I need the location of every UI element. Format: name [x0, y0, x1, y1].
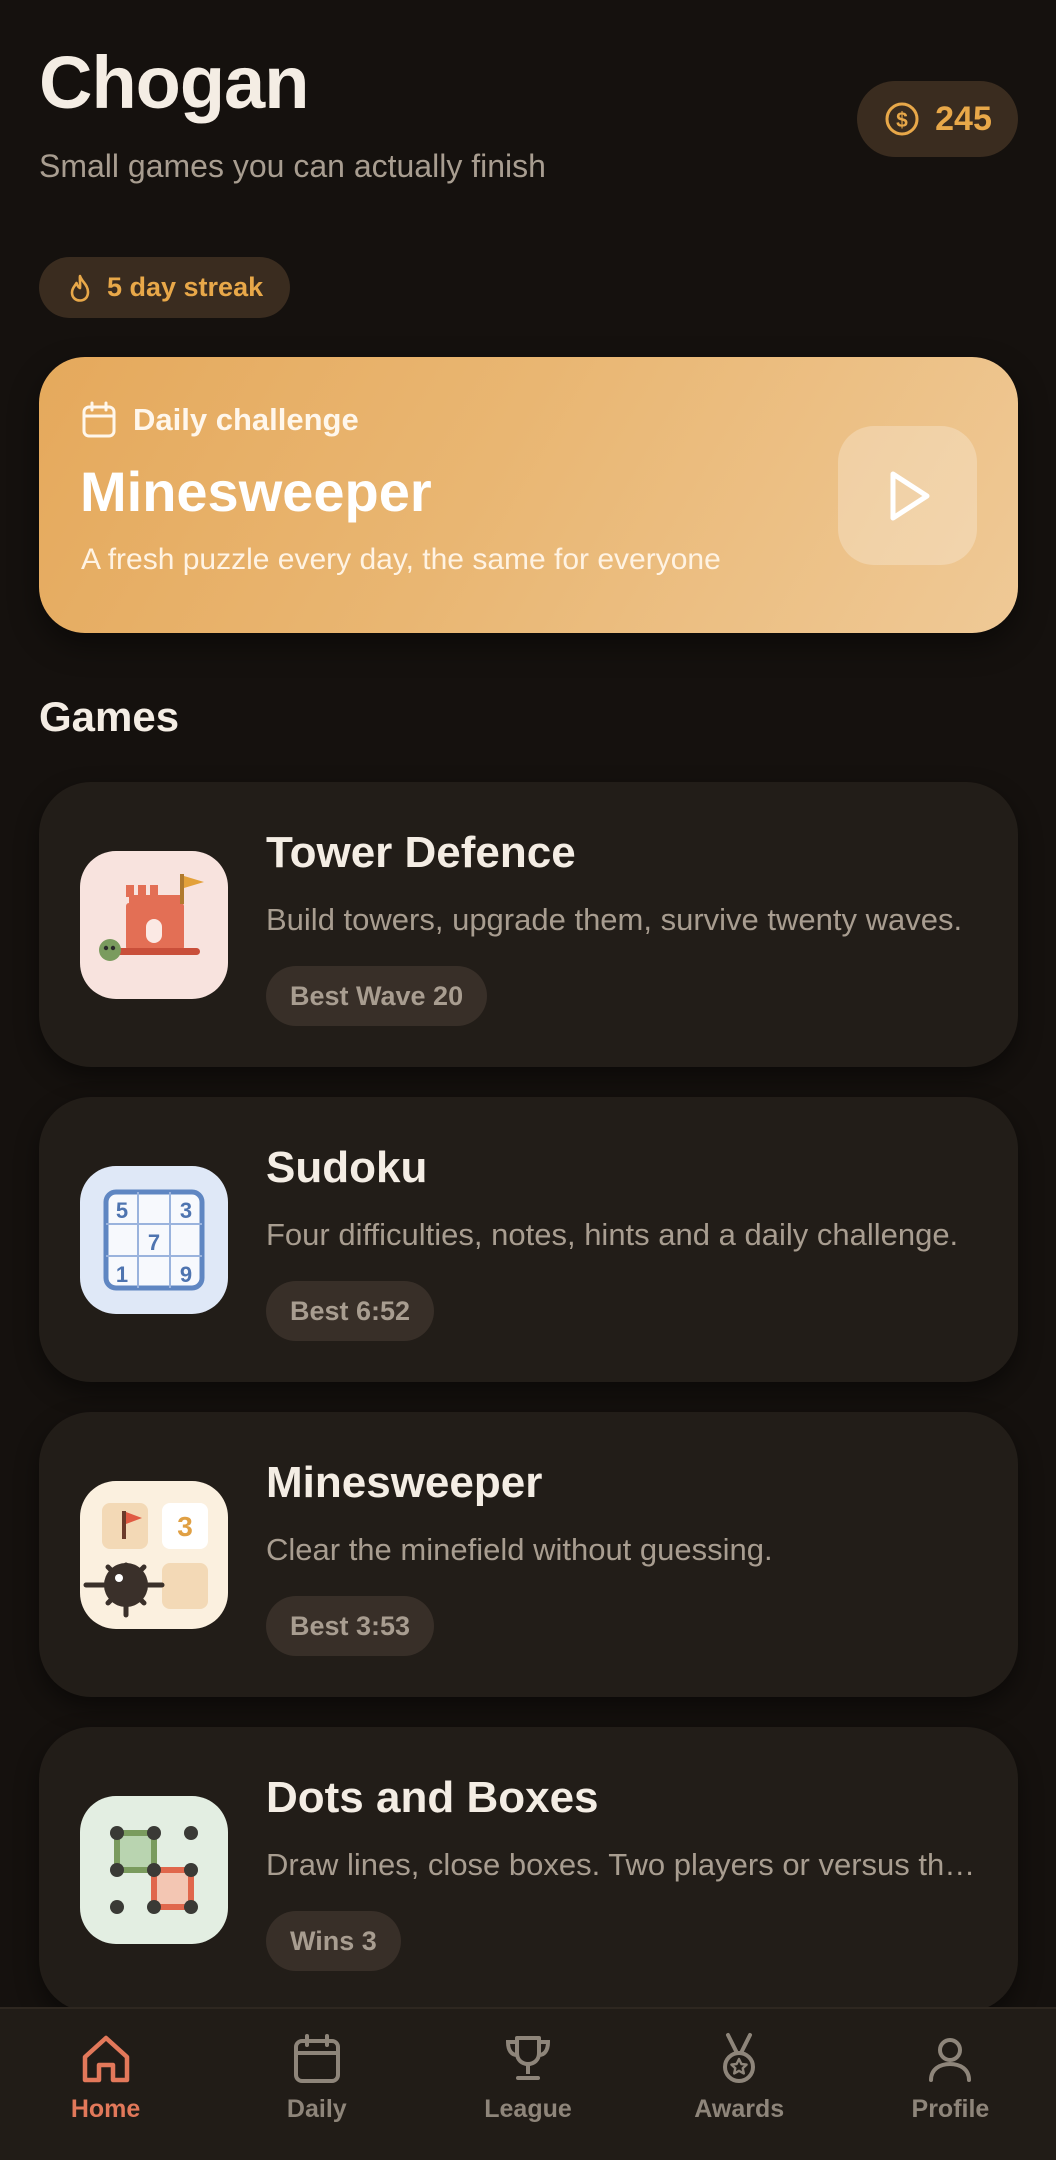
nav-label: League: [484, 2095, 572, 2123]
daily-label: Daily challenge: [133, 402, 359, 437]
nav-league[interactable]: League: [422, 2009, 633, 2160]
medal-icon: [723, 2033, 756, 2083]
game-stat-badge: Best Wave 20: [266, 966, 488, 1026]
nav-label: Home: [70, 2095, 141, 2123]
daily-label-row: Daily challenge: [81, 401, 359, 439]
nav-daily[interactable]: Daily: [211, 2009, 422, 2160]
home-screen: Chogan Small games you can actually fini…: [0, 0, 1056, 2160]
nav-home[interactable]: Home: [0, 2009, 211, 2160]
play-icon: [890, 471, 929, 520]
mine-number: 3: [177, 1511, 193, 1542]
daily-challenge-card[interactable]: Daily challenge Minesweeper A fresh puzz…: [39, 357, 1018, 633]
streak-badge: 5 day streak: [39, 257, 290, 318]
coin-balance[interactable]: $ 245: [857, 81, 1018, 157]
coin-icon: $: [885, 102, 919, 136]
sudoku-digit: 3: [180, 1198, 192, 1223]
app-title: Chogan: [39, 41, 309, 124]
person-icon: [929, 2038, 972, 2082]
game-card-dots-and-boxes[interactable]: Dots and Boxes Draw lines, close boxes. …: [39, 1727, 1018, 2012]
game-card-tower-defence[interactable]: Tower Defence Build towers, upgrade them…: [39, 782, 1018, 1067]
game-title: Dots and Boxes: [266, 1773, 599, 1822]
game-stat-badge: Wins 3: [266, 1911, 401, 1971]
game-card-sudoku[interactable]: 5 3 7 1 9 Sudoku Four difficulties, note…: [39, 1097, 1018, 1382]
game-card-minesweeper[interactable]: 3 Minesweeper Clear the minefield withou…: [39, 1412, 1018, 1697]
nav-label: Profile: [911, 2095, 990, 2123]
calendar-icon: [82, 401, 116, 438]
mine-icon: 3: [80, 1481, 228, 1629]
games-heading: Games: [39, 693, 180, 740]
sudoku-digit: 5: [116, 1198, 128, 1223]
nav-label: Daily: [286, 2095, 347, 2123]
tower-icon: [80, 851, 228, 999]
game-description: Four difficulties, notes, hints and a da…: [266, 1217, 959, 1252]
app-subtitle: Small games you can actually finish: [39, 148, 546, 184]
flame-icon: [70, 274, 90, 302]
home-icon: [82, 2035, 129, 2083]
coin-count: 245: [935, 99, 992, 138]
svg-text:$: $: [896, 109, 908, 132]
game-stat-badge: Best 6:52: [266, 1281, 435, 1341]
bottom-nav: Home Daily League Awards Profile: [0, 2007, 1056, 2160]
play-button[interactable]: [838, 426, 977, 565]
calendar-icon: [293, 2034, 340, 2083]
sudoku-digit: 1: [116, 1262, 128, 1287]
game-description: Clear the minefield without guessing.: [266, 1532, 773, 1567]
game-description: Build towers, upgrade them, survive twen…: [266, 902, 963, 937]
dots-icon: [80, 1796, 228, 1944]
game-stat-badge: Best 3:53: [266, 1596, 435, 1656]
game-title: Minesweeper: [266, 1458, 543, 1507]
nav-profile[interactable]: Profile: [845, 2009, 1056, 2160]
daily-description: A fresh puzzle every day, the same for e…: [81, 543, 721, 576]
game-title: Sudoku: [266, 1143, 428, 1192]
trophy-icon: [505, 2036, 551, 2080]
daily-game-name: Minesweeper: [80, 460, 432, 523]
sudoku-digit: 7: [148, 1230, 160, 1255]
nav-label: Awards: [694, 2095, 785, 2123]
game-description: Draw lines, close boxes. Two players or …: [266, 1847, 986, 1882]
streak-label: 5 day streak: [107, 272, 264, 302]
nav-awards[interactable]: Awards: [634, 2009, 845, 2160]
sudoku-icon: 5 3 7 1 9: [80, 1166, 228, 1314]
sudoku-digit: 9: [180, 1262, 192, 1287]
game-title: Tower Defence: [266, 828, 576, 877]
